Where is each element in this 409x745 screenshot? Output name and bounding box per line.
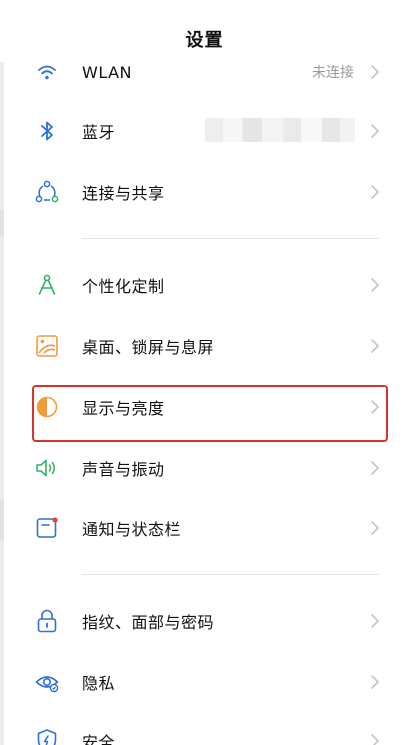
settings-item-display[interactable]: 显示与亮度 xyxy=(30,377,390,437)
settings-item-label: 隐私 xyxy=(82,674,116,693)
settings-item-desktop[interactable]: 桌面、锁屏与息屏 xyxy=(30,316,390,376)
blurred-device-name xyxy=(205,118,355,142)
left-edge-strip xyxy=(0,500,4,540)
settings-item-privacy[interactable]: 隐私 xyxy=(30,652,390,712)
chevron-right-icon xyxy=(368,182,382,202)
compass-icon xyxy=(32,270,62,300)
left-edge-strip xyxy=(0,210,4,236)
settings-item-label: 安全 xyxy=(82,733,116,745)
settings-item-security[interactable]: 安全 xyxy=(30,711,390,745)
chevron-right-icon xyxy=(368,672,382,692)
settings-item-label: 桌面、锁屏与息屏 xyxy=(82,338,215,357)
section-divider xyxy=(82,574,380,575)
settings-screen: 设置 WLAN 未连接 蓝牙 连接与共享 个性化定制 桌面、锁屏与息屏 显示与亮… xyxy=(0,0,409,745)
bluetooth-icon xyxy=(32,116,62,146)
settings-item-label: 连接与共享 xyxy=(82,184,165,203)
settings-item-biometric[interactable]: 指纹、面部与密码 xyxy=(30,591,390,651)
chevron-right-icon xyxy=(368,397,382,417)
wallpaper-icon xyxy=(32,331,62,361)
settings-item-label: 蓝牙 xyxy=(82,123,116,142)
chevron-right-icon xyxy=(368,518,382,538)
settings-item-share[interactable]: 连接与共享 xyxy=(30,162,390,222)
settings-item-label: 显示与亮度 xyxy=(82,399,165,418)
chevron-right-icon xyxy=(368,458,382,478)
notification-icon xyxy=(32,513,62,543)
shield-icon xyxy=(32,726,62,745)
settings-item-sound[interactable]: 声音与振动 xyxy=(30,438,390,498)
eye-icon xyxy=(32,667,62,697)
settings-item-personalization[interactable]: 个性化定制 xyxy=(30,255,390,315)
page-title: 设置 xyxy=(185,30,224,51)
chevron-right-icon xyxy=(368,62,382,82)
page-header: 设置 xyxy=(0,0,409,62)
settings-item-label: 指纹、面部与密码 xyxy=(82,613,215,632)
settings-item-label: 通知与状态栏 xyxy=(82,520,182,539)
settings-item-label: 个性化定制 xyxy=(82,277,165,296)
settings-item-label: WLAN xyxy=(82,62,133,82)
brightness-icon xyxy=(32,392,62,422)
chevron-right-icon xyxy=(368,121,382,141)
left-edge xyxy=(0,0,4,745)
chevron-right-icon xyxy=(368,336,382,356)
chevron-right-icon xyxy=(368,275,382,295)
section-divider xyxy=(82,238,380,239)
wlan-status: 未连接 xyxy=(312,65,354,81)
settings-item-notifications[interactable]: 通知与状态栏 xyxy=(30,498,390,558)
chevron-right-icon xyxy=(368,731,382,745)
share-icon xyxy=(32,177,62,207)
chevron-right-icon xyxy=(368,611,382,631)
lock-icon xyxy=(32,606,62,636)
settings-item-label: 声音与振动 xyxy=(82,460,165,479)
speaker-icon xyxy=(32,453,62,483)
